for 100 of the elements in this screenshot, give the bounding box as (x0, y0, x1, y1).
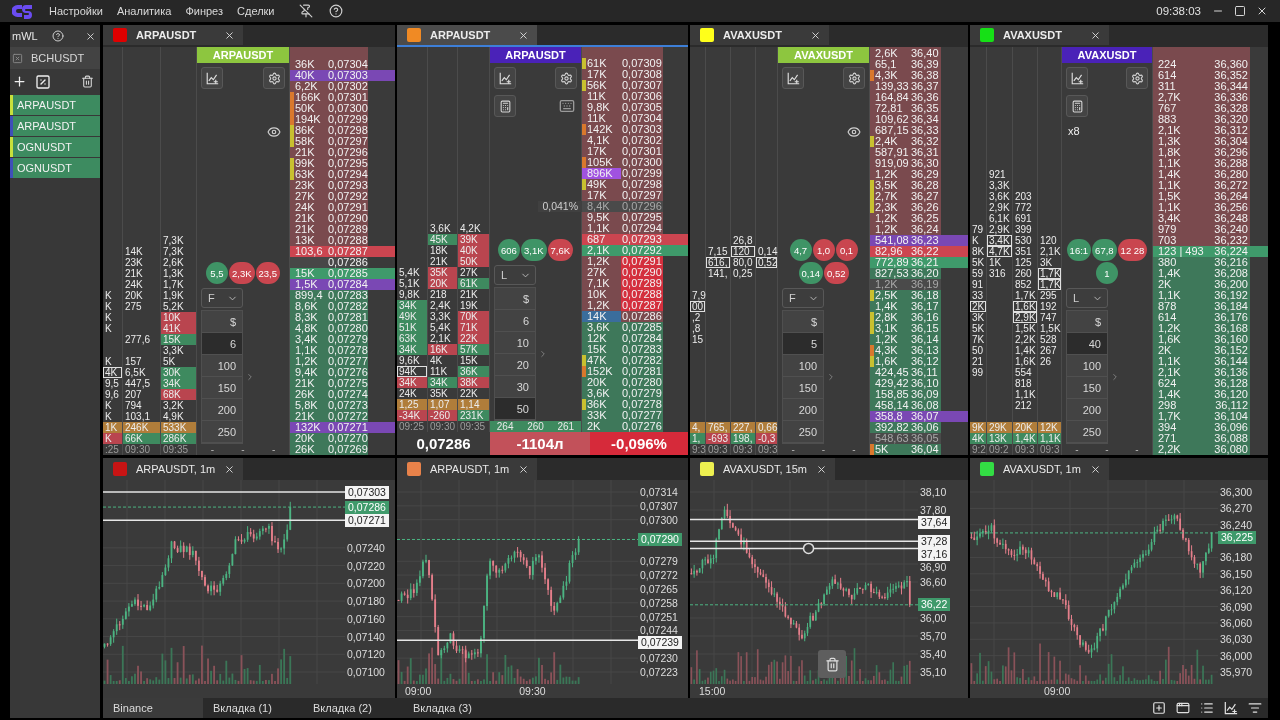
ladder-price[interactable]: 36,080 (1205, 444, 1250, 455)
ladder-price[interactable]: 36,088 (1205, 433, 1250, 444)
watchlist-item[interactable]: ARPAUSDT (10, 95, 100, 115)
ladder-price[interactable]: 0,07300 (327, 103, 368, 114)
close-icon[interactable] (518, 463, 530, 475)
ladder-price[interactable]: 0,07306 (621, 91, 663, 102)
ladder-price[interactable]: 0,07279 (327, 334, 368, 345)
panel-tab[interactable]: AVAXUSDT (970, 25, 1109, 45)
ladder-price[interactable]: 36,36 (910, 92, 941, 103)
ladder-price[interactable]: 0,07302 (327, 81, 368, 92)
calculator-button[interactable] (1066, 95, 1088, 117)
ladder-price[interactable]: 36,26 (910, 202, 941, 213)
ladder-price[interactable]: 0,07274 (327, 389, 368, 400)
watchlist-item[interactable]: ARPAUSDT (10, 116, 100, 136)
ladder-price[interactable]: 0,07276 (621, 421, 663, 432)
ladder-price[interactable]: 36,10 (910, 378, 941, 389)
ladder-price[interactable]: 0,07304 (327, 59, 368, 70)
ladder-volume[interactable]: 1,6K (1153, 334, 1205, 345)
price-line[interactable] (690, 547, 919, 550)
price-line[interactable] (397, 639, 639, 642)
ladder-price[interactable]: 0,07279 (621, 388, 663, 399)
calculator-button[interactable] (494, 95, 516, 117)
ladder-price[interactable]: 36,176 (1205, 312, 1250, 323)
ladder-price[interactable]: 0,07293 (621, 234, 663, 245)
close-icon[interactable] (518, 29, 530, 41)
ladder-volume[interactable]: 1,2K (870, 279, 910, 290)
ladder-price[interactable]: 0,07287 (327, 246, 368, 257)
menu-item[interactable]: Аналитика (116, 5, 172, 17)
ladder-price[interactable]: 0,07302 (621, 135, 663, 146)
ladder-price[interactable]: 36,29 (910, 169, 941, 180)
add-window-icon[interactable] (1152, 701, 1166, 715)
ladder-price[interactable]: 0,07283 (327, 290, 368, 301)
ladder-volume[interactable]: 548,63 (870, 433, 910, 444)
ladder-price[interactable]: 0,07270 (327, 433, 368, 444)
ladder-volume[interactable]: 4,3K (874, 345, 910, 356)
ladder-price[interactable]: 36,08 (910, 400, 941, 411)
ladder-price[interactable]: 36,16 (910, 312, 941, 323)
help-icon[interactable] (51, 30, 64, 42)
price-line[interactable] (103, 519, 346, 522)
ladder-price[interactable]: 36,104 (1205, 411, 1250, 422)
ladder-price[interactable]: 0,07299 (327, 114, 368, 125)
ladder-price[interactable]: 0,07294 (621, 223, 663, 234)
ladder-volume[interactable]: 541,08 (870, 235, 910, 246)
ladder-price[interactable]: 36,15 (910, 323, 941, 334)
size-option[interactable]: 50 (495, 398, 535, 420)
mode-select[interactable]: F (201, 288, 243, 308)
ladder-volume[interactable]: 380 (1153, 257, 1205, 268)
ladder-volume[interactable]: 394 (1153, 422, 1205, 433)
ladder-volume[interactable]: 1,1K (290, 345, 327, 356)
ladder-price[interactable]: 36,112 (1205, 400, 1250, 411)
ladder-volume[interactable]: 1,5K (290, 279, 327, 290)
ladder-price[interactable]: 0,07296 (621, 201, 663, 212)
list-filter-icon[interactable] (1248, 701, 1262, 715)
close-icon[interactable] (1256, 5, 1268, 17)
help-icon[interactable] (328, 4, 343, 18)
ladder-volume[interactable]: 1,1K (1153, 356, 1205, 367)
keyboard-icon[interactable] (559, 98, 575, 114)
menu-item[interactable]: Сделки (237, 5, 275, 17)
ladder-price[interactable]: 0,07295 (621, 212, 663, 223)
ladder-price[interactable]: 36,208 (1205, 268, 1250, 279)
close-icon[interactable] (809, 29, 821, 41)
ladder-price[interactable]: 36,18 (910, 290, 941, 301)
close-icon[interactable] (815, 463, 827, 475)
square-x-icon[interactable] (12, 52, 23, 64)
ladder-price[interactable]: 0,07298 (327, 125, 368, 136)
ladder-price[interactable]: 0,07287 (621, 300, 663, 311)
ladder-price[interactable]: 36,39 (910, 59, 941, 70)
ladder-price[interactable]: 0,07303 (327, 70, 368, 81)
app-logo[interactable] (12, 2, 34, 20)
ladder-price[interactable]: 0,07291 (327, 202, 368, 213)
settings-button[interactable] (555, 67, 577, 89)
ladder-price[interactable]: 0,07271 (327, 422, 368, 433)
ladder-price[interactable]: 0,07289 (327, 224, 368, 235)
ladder-price[interactable]: 36,168 (1205, 323, 1250, 334)
ladder-price[interactable]: 36,120 (1205, 389, 1250, 400)
ladder-volume[interactable]: 103,6 (290, 246, 327, 257)
ladder-price[interactable]: 36,38 (910, 70, 941, 81)
ladder-volume[interactable]: 3,6K (582, 322, 621, 333)
chart-tab[interactable]: AVAXUSDT, 1m (970, 458, 1109, 480)
delete-button[interactable] (818, 650, 846, 678)
eye-icon[interactable] (267, 125, 281, 139)
ladder-price[interactable]: 0,07272 (327, 411, 368, 422)
ladder-volume[interactable]: 878 (1153, 301, 1205, 312)
ladder-price[interactable]: 0,07298 (621, 179, 663, 190)
ladder-volume[interactable]: 1,2K (290, 356, 327, 367)
ladder-price[interactable]: 36,04 (910, 444, 941, 455)
settings-button[interactable] (843, 67, 865, 89)
ladder-price[interactable]: 0,07294 (327, 169, 368, 180)
ladder-volume[interactable]: 2,1K (1153, 367, 1205, 378)
window-icon[interactable] (1176, 701, 1190, 715)
ladder-price[interactable]: 36,27 (910, 191, 941, 202)
pin-off-icon[interactable] (298, 4, 313, 18)
ladder-volume[interactable]: 33K (582, 410, 621, 421)
ladder-volume[interactable]: 82,96 (870, 246, 910, 257)
ladder-price[interactable]: 0,07284 (327, 279, 368, 290)
ladder-price[interactable]: 0,07301 (621, 146, 663, 157)
watchlist-item[interactable]: OGNUSDT (10, 137, 100, 157)
ladder-price[interactable]: 0,07284 (621, 333, 663, 344)
ladder-volume[interactable]: 1,2K (1153, 323, 1205, 334)
ladder-price[interactable]: 0,07300 (621, 157, 663, 168)
